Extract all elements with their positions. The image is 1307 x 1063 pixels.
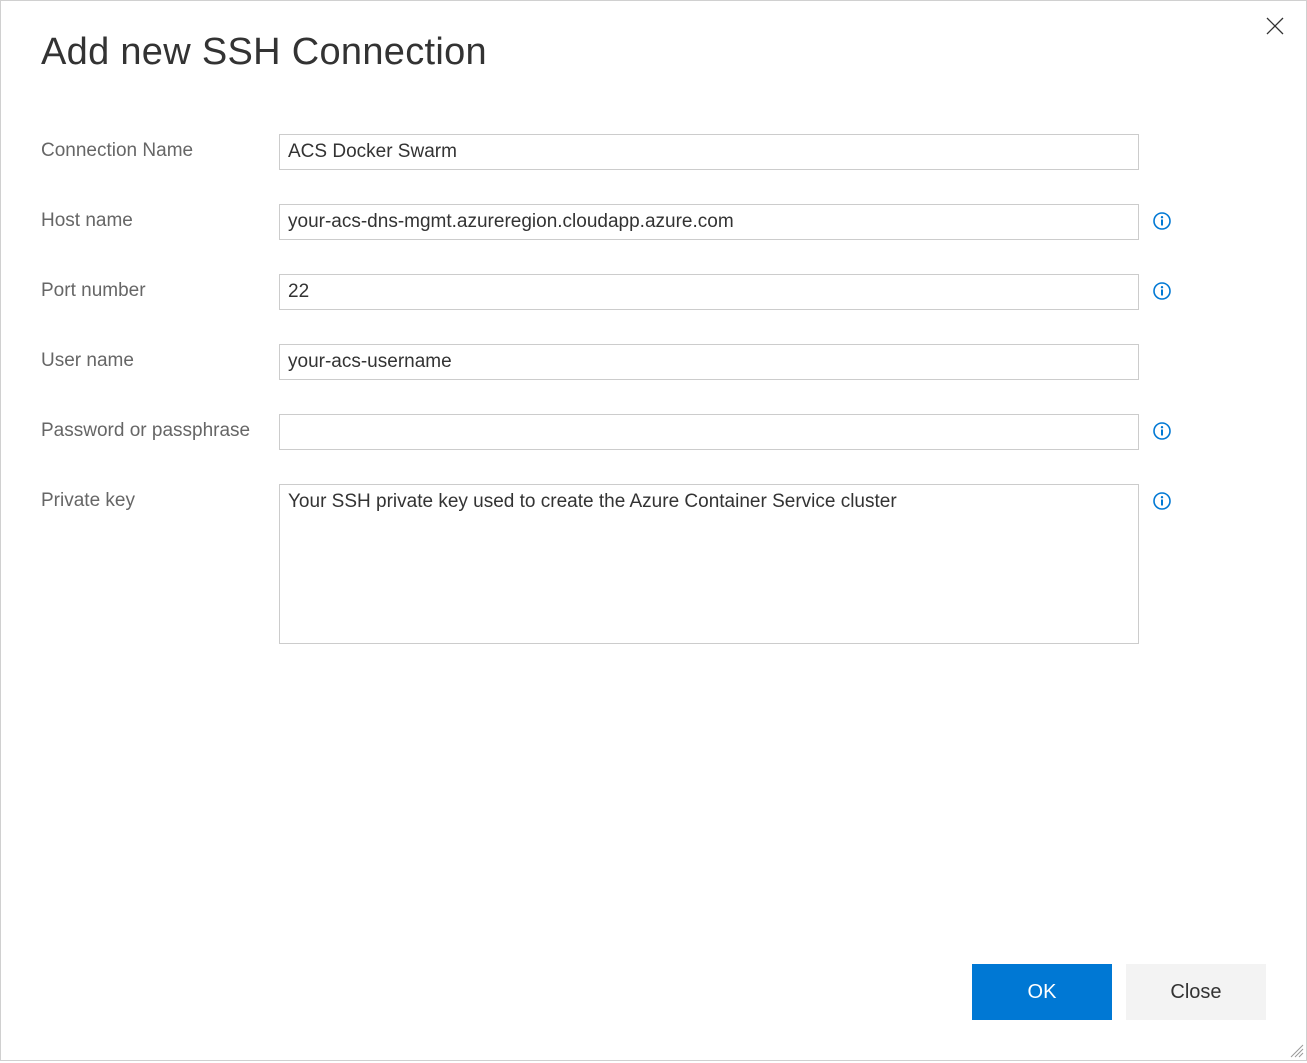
row-host-name: Host name xyxy=(41,204,1266,240)
info-icon[interactable] xyxy=(1153,282,1171,300)
row-port-number: Port number xyxy=(41,274,1266,310)
button-bar: OK Close xyxy=(972,964,1266,1020)
label-private-key: Private key xyxy=(41,484,279,512)
close-icon[interactable] xyxy=(1266,17,1286,37)
label-port-number: Port number xyxy=(41,274,279,302)
info-icon[interactable] xyxy=(1153,422,1171,440)
dialog-title: Add new SSH Connection xyxy=(41,31,1266,74)
port-number-input[interactable] xyxy=(279,274,1139,310)
row-user-name: User name xyxy=(41,344,1266,380)
password-input[interactable] xyxy=(279,414,1139,450)
host-name-input[interactable] xyxy=(279,204,1139,240)
row-connection-name: Connection Name xyxy=(41,134,1266,170)
row-private-key: Private key Your SSH private key used to… xyxy=(41,484,1266,644)
connection-name-input[interactable] xyxy=(279,134,1139,170)
label-host-name: Host name xyxy=(41,204,279,232)
resize-grip-icon[interactable] xyxy=(1288,1042,1304,1058)
label-connection-name: Connection Name xyxy=(41,134,279,162)
private-key-textarea[interactable]: Your SSH private key used to create the … xyxy=(279,484,1139,644)
ssh-connection-dialog: Add new SSH Connection Connection Name H… xyxy=(1,1,1306,1060)
user-name-input[interactable] xyxy=(279,344,1139,380)
info-icon[interactable] xyxy=(1153,492,1171,510)
ok-button[interactable]: OK xyxy=(972,964,1112,1020)
label-password: Password or passphrase xyxy=(41,414,279,442)
row-password: Password or passphrase xyxy=(41,414,1266,450)
info-icon[interactable] xyxy=(1153,212,1171,230)
label-user-name: User name xyxy=(41,344,279,372)
close-button[interactable]: Close xyxy=(1126,964,1266,1020)
